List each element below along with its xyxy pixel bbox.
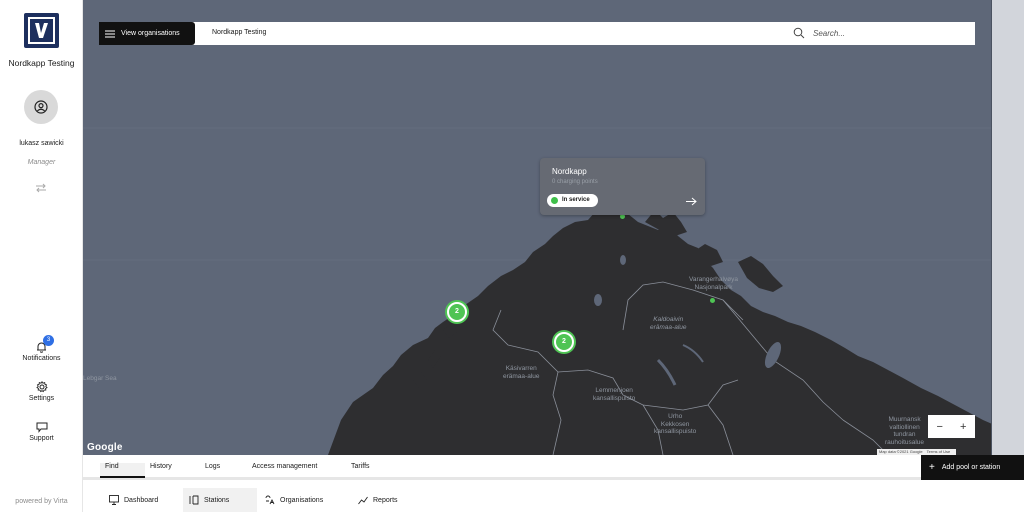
map-land <box>83 127 991 455</box>
nav-reports[interactable]: Reports <box>358 488 398 512</box>
zoom-in-button[interactable]: + <box>952 415 976 438</box>
app-root: Nordkapp Testing lukasz sawicki Manager … <box>0 0 1024 512</box>
status-dot-icon <box>551 197 558 204</box>
tab-tariffs[interactable]: Tariffs <box>351 463 370 470</box>
nav-stations[interactable]: Stations <box>183 488 257 512</box>
arrow-right-icon[interactable] <box>686 197 697 206</box>
plus-icon: + <box>929 462 935 473</box>
support-label: Support <box>29 435 54 442</box>
support-button[interactable]: Support <box>0 422 83 442</box>
place-label: Käsivarren erämaa-alue <box>503 365 540 380</box>
tab-history[interactable]: History <box>150 463 172 470</box>
powered-by: powered by Virta <box>15 498 68 505</box>
station-cluster[interactable]: 2 <box>447 302 467 322</box>
nav-dashboard-label: Dashboard <box>124 496 159 504</box>
place-label: Urho Kekkosen kansallispuisto <box>654 413 697 435</box>
search-input[interactable] <box>813 26 963 41</box>
nav-dashboard[interactable]: Dashboard <box>105 488 162 512</box>
place-label: Kaldoaivin erämaa-alue <box>650 316 687 331</box>
search-icon <box>793 27 805 39</box>
terms-link[interactable]: Terms of Use <box>927 449 951 454</box>
virta-logo-icon <box>28 17 55 44</box>
status-badge: In service <box>547 194 598 207</box>
station-popup[interactable]: Nordkapp 0 charging points In service <box>540 158 705 215</box>
bottom-nav: Dashboard Stations Organisations Reports <box>83 488 1024 512</box>
notifications-button[interactable]: 3 Notifications <box>0 335 83 362</box>
place-label: Lebgar Sea <box>83 375 117 382</box>
gear-icon <box>35 381 48 393</box>
place-label: Muurnansk valtiollinen tundran rauhoitusalu… <box>885 416 925 446</box>
user-icon <box>34 100 48 114</box>
stations-icon <box>189 495 199 505</box>
notifications-badge: 3 <box>43 335 54 346</box>
station-point[interactable] <box>710 298 715 303</box>
user-role: Manager <box>27 159 56 166</box>
swap-icon[interactable] <box>35 183 47 193</box>
user-name: lukasz sawicki <box>19 140 64 147</box>
add-pool-button[interactable]: + Add pool or station <box>921 455 1024 480</box>
tab-access-management[interactable]: Access management <box>252 463 317 470</box>
add-pool-label: Add pool or station <box>941 464 1001 471</box>
menu-icon <box>105 30 115 37</box>
settings-button[interactable]: Settings <box>0 381 83 402</box>
map-canvas[interactable]: Varangerhalvøya Nasjonalpark Kaldoaivin er… <box>83 0 992 455</box>
popup-subtitle: 0 charging points <box>552 179 598 185</box>
map-topbar: View organisations Nordkapp Testing <box>99 22 975 45</box>
avatar[interactable] <box>24 90 58 124</box>
popup-title: Nordkapp <box>552 167 587 176</box>
org-name: Nordkapp Testing <box>8 58 75 68</box>
place-label: Lemmenjoen kansallispuisto <box>593 387 636 402</box>
tab-logs[interactable]: Logs <box>205 463 220 470</box>
nav-organisations[interactable]: Organisations <box>265 488 323 512</box>
zoom-out-button[interactable]: − <box>928 415 952 438</box>
view-organisations-label: View organisations <box>121 30 180 37</box>
notifications-label: Notifications <box>22 355 61 362</box>
nav-stations-label: Stations <box>204 496 230 504</box>
view-organisations-button[interactable]: View organisations <box>99 22 195 45</box>
google-logo: Google <box>87 442 123 453</box>
status-label: In service <box>562 197 590 203</box>
station-tabs: Find History Logs Access management Tari… <box>83 455 992 480</box>
station-cluster[interactable]: 2 <box>554 332 574 352</box>
chart-line-icon <box>358 496 368 505</box>
dashboard-icon <box>109 495 119 505</box>
nav-organisations-label: Organisations <box>280 496 324 504</box>
virta-logo[interactable] <box>24 13 59 48</box>
breadcrumb[interactable]: Nordkapp Testing <box>212 29 266 36</box>
chat-icon <box>36 422 47 433</box>
sidebar: Nordkapp Testing lukasz sawicki Manager … <box>0 0 83 512</box>
organisations-icon <box>265 495 275 505</box>
zoom-controls: − + <box>928 415 975 438</box>
right-gutter <box>992 0 1024 455</box>
nav-reports-label: Reports <box>373 496 398 504</box>
place-label: Varangerhalvøya Nasjonalpark <box>689 276 739 291</box>
tab-find[interactable]: Find <box>100 463 145 478</box>
map-data-label: Map data ©2021 Google <box>879 449 923 454</box>
settings-label: Settings <box>28 395 55 402</box>
